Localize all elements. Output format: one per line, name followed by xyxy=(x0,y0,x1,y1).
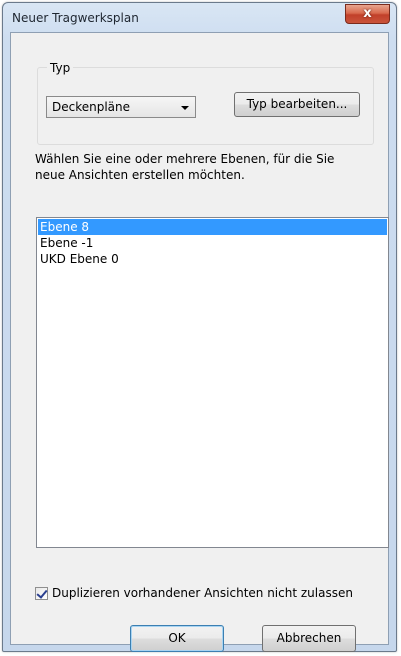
no-duplicates-checkbox[interactable] xyxy=(35,587,48,600)
close-button[interactable]: x xyxy=(345,4,390,24)
cancel-button[interactable]: Abbrechen xyxy=(262,625,356,652)
ok-button[interactable]: OK xyxy=(130,625,224,652)
type-dropdown[interactable]: Deckenpläne xyxy=(46,96,196,118)
dialog-title: Neuer Tragwerksplan xyxy=(12,11,139,25)
dialog-window: Neuer Tragwerksplan x Typ Deckenpläne Ty… xyxy=(2,2,397,652)
no-duplicates-label[interactable]: Duplizieren vorhandener Ansichten nicht … xyxy=(52,586,353,600)
list-item-level[interactable]: UKD Ebene 0 xyxy=(38,251,387,267)
dialog-client-area: Typ Deckenpläne Typ bearbeiten... Wählen… xyxy=(10,32,389,652)
checkmark-icon xyxy=(36,587,48,599)
title-bar[interactable]: Neuer Tragwerksplan x xyxy=(3,3,396,31)
chevron-down-icon xyxy=(181,106,189,110)
type-dropdown-value: Deckenpläne xyxy=(52,100,131,114)
levels-listbox[interactable]: Ebene 8 Ebene -1 UKD Ebene 0 xyxy=(36,217,389,548)
type-group-legend: Typ xyxy=(47,61,74,75)
list-item-level[interactable]: Ebene 8 xyxy=(38,219,387,235)
edit-type-button[interactable]: Typ bearbeiten... xyxy=(234,92,360,117)
list-item-level[interactable]: Ebene -1 xyxy=(38,235,387,251)
close-icon: x xyxy=(363,6,372,21)
instruction-text: Wählen Sie eine oder mehrere Ebenen, für… xyxy=(35,152,335,182)
